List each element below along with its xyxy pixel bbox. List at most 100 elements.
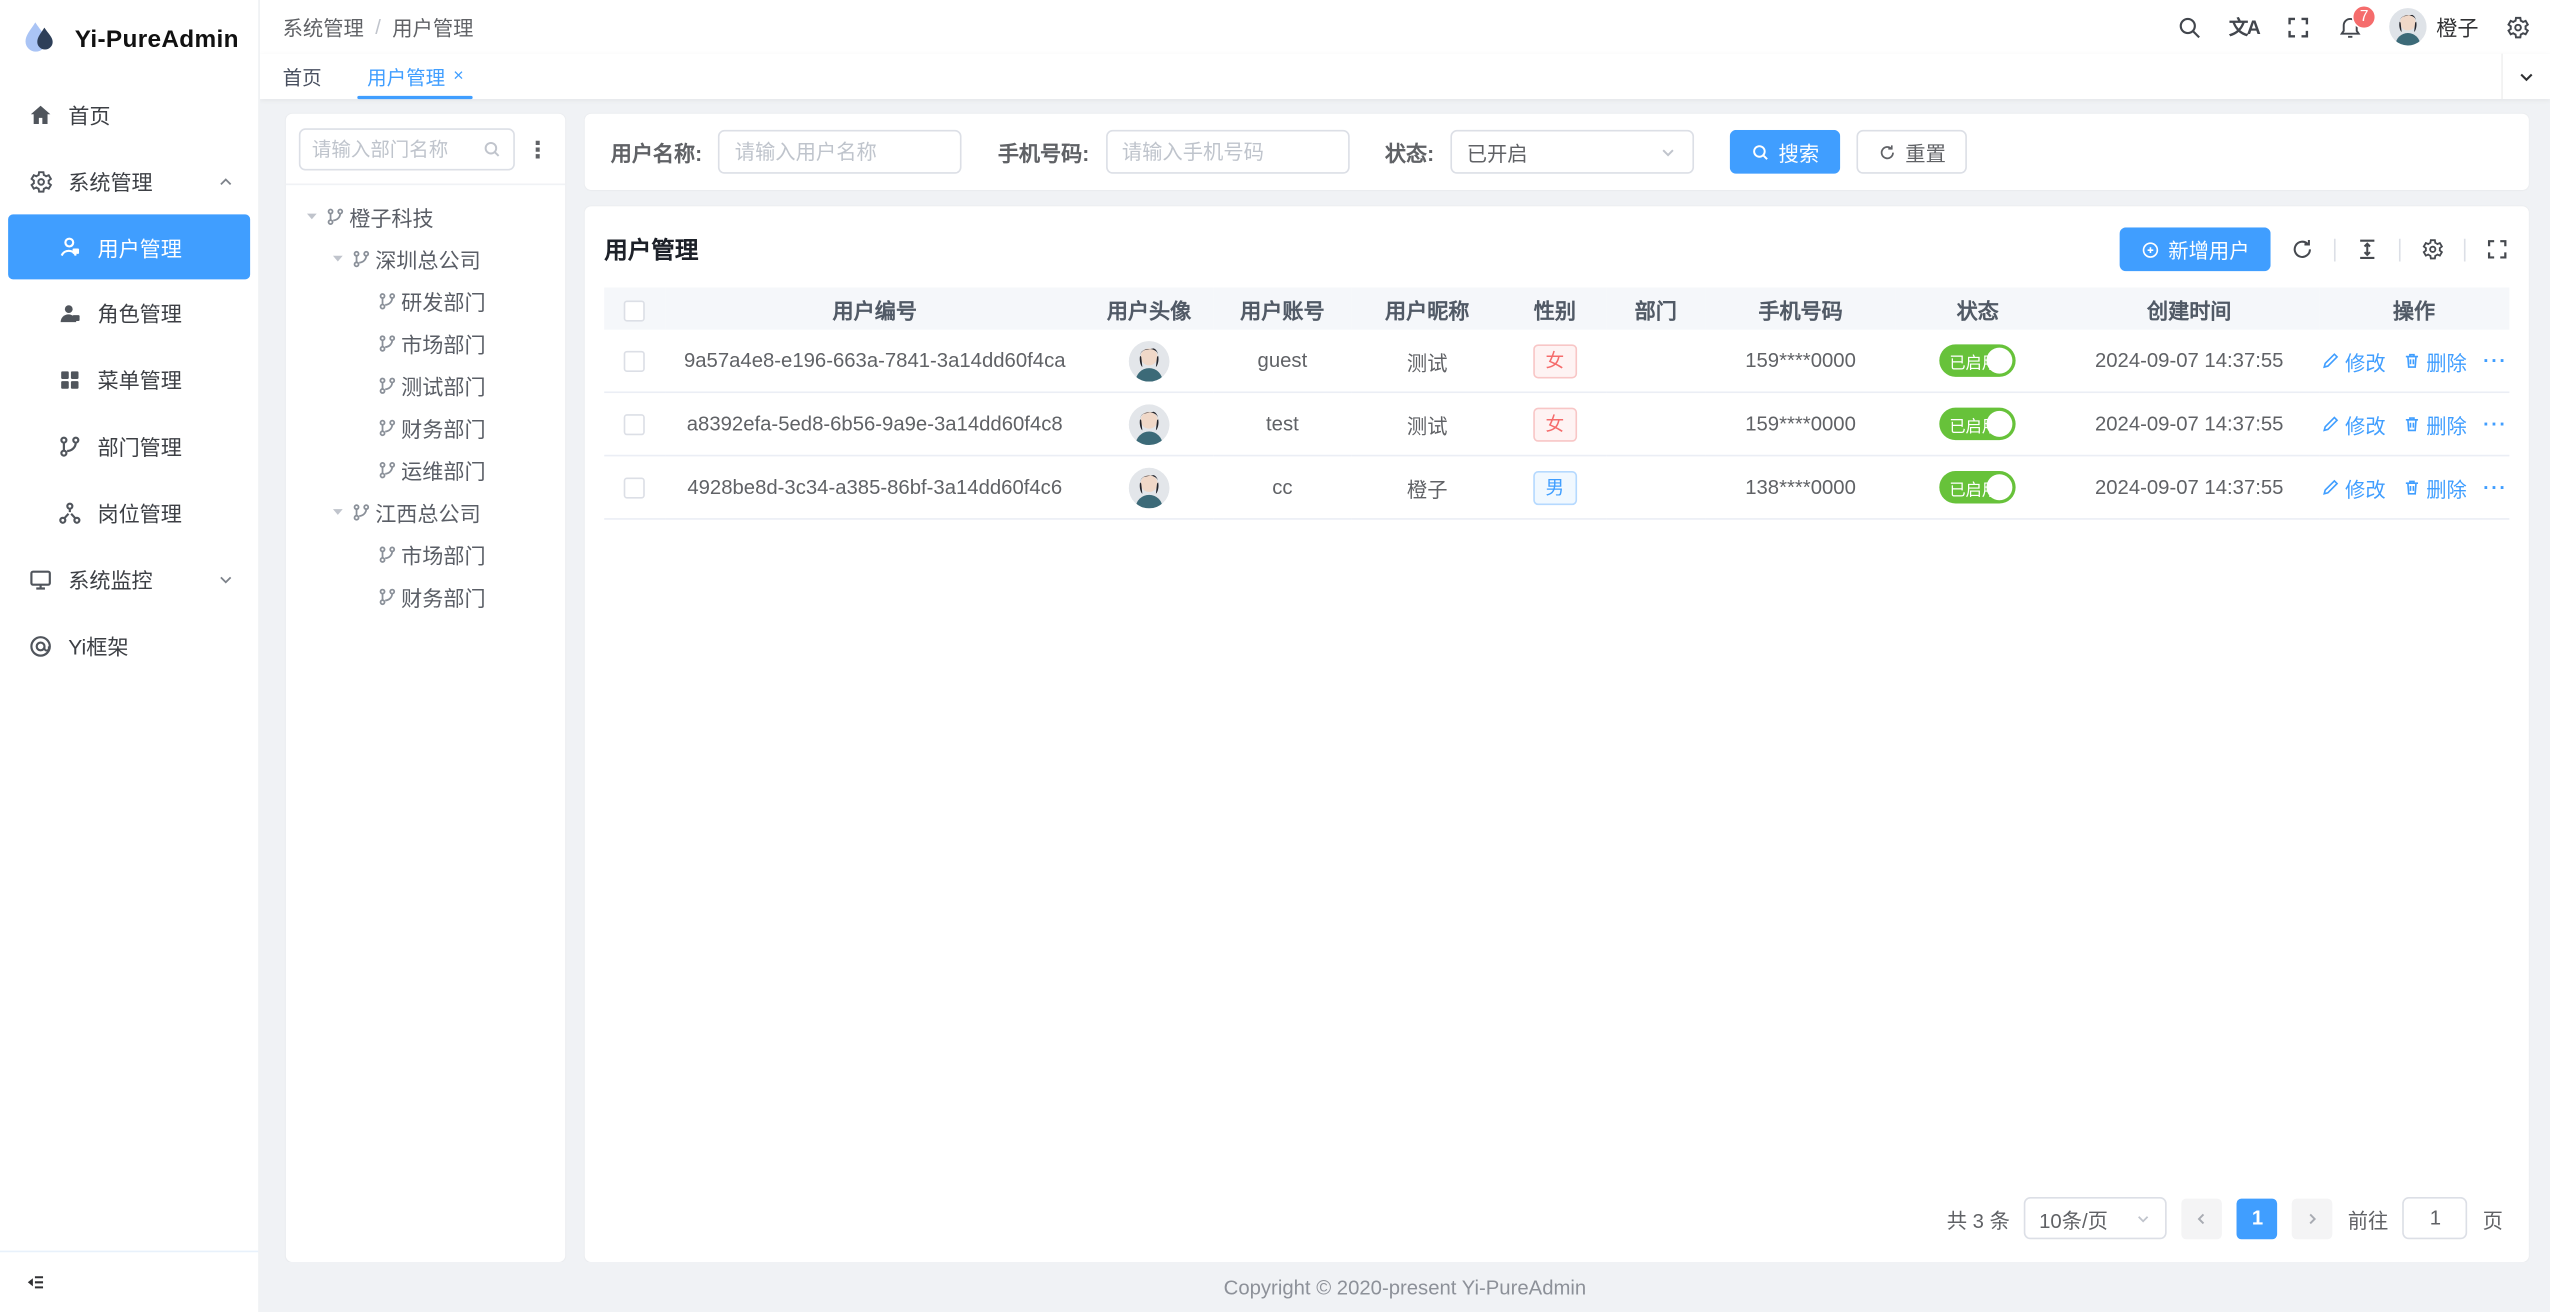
row-actions: 修改删除··· [2325, 330, 2503, 392]
tree-node[interactable]: 运维部门 [299, 448, 552, 490]
sidebar-item-roles[interactable]: 角色管理 [0, 279, 258, 346]
status-select[interactable]: 已开启 [1450, 130, 1694, 174]
edit-button[interactable]: 修改 [2321, 408, 2386, 439]
edit-icon [2321, 351, 2340, 370]
tree-node-label: 测试部门 [401, 370, 485, 401]
fullscreen-icon[interactable] [2285, 14, 2311, 40]
translate-icon[interactable]: 文A [2229, 13, 2259, 41]
tree-node[interactable]: 市场部门 [299, 322, 552, 364]
tab-users[interactable]: 用户管理 × [344, 54, 486, 99]
sidebar-item-home[interactable]: 首页 [0, 81, 258, 148]
sidebar-item-system[interactable]: 系统管理 [0, 148, 258, 215]
sidebar-item-posts[interactable]: 岗位管理 [0, 479, 258, 546]
tree-node[interactable]: 财务部门 [299, 406, 552, 448]
cell-status: 已启用 [1896, 392, 2060, 455]
caret-placeholder [354, 586, 373, 605]
row-checkbox[interactable] [624, 414, 645, 435]
edit-button[interactable]: 修改 [2321, 345, 2386, 376]
user-avatar [1129, 467, 1170, 508]
settings-icon[interactable] [2420, 237, 2444, 261]
monitor-icon [28, 566, 54, 592]
tree-node[interactable]: 测试部门 [299, 364, 552, 406]
search-button[interactable]: 搜索 [1730, 130, 1840, 174]
chevron-down-icon [2135, 1209, 2153, 1227]
username-input[interactable] [718, 130, 962, 174]
app-title: Yi-PureAdmin [75, 25, 239, 53]
delete-button-label: 删除 [2426, 472, 2467, 503]
prev-page-button[interactable] [2182, 1198, 2223, 1239]
tab-home[interactable]: 首页 [260, 54, 344, 99]
department-search-input[interactable] [312, 138, 476, 161]
tree-node-label: 运维部门 [401, 454, 485, 485]
edit-icon [2321, 478, 2340, 497]
sidebar-item-users[interactable]: 用户管理 [8, 214, 250, 279]
tabs-dropdown-chevron-icon[interactable] [2501, 54, 2550, 99]
tree-node[interactable]: 市场部门 [299, 533, 552, 575]
cell-department [1606, 392, 1705, 455]
caret-down-icon[interactable] [302, 206, 321, 225]
tree-node[interactable]: 深圳总公司 [299, 237, 552, 279]
cell-phone: 159****0000 [1705, 330, 1896, 393]
column-gender: 性别 [1503, 287, 1606, 329]
tree-more-kebab-icon[interactable]: ⋮ [523, 138, 552, 161]
gear-icon[interactable] [2505, 14, 2531, 40]
sidebar-item-yi-framework[interactable]: Yi框架 [0, 612, 258, 679]
topbar: 系统管理 / 用户管理 文A 7 [260, 0, 2550, 54]
sidebar-item-departments[interactable]: 部门管理 [0, 413, 258, 480]
page-number-1[interactable]: 1 [2237, 1198, 2278, 1239]
table-row: 4928be8d-3c34-a385-86bf-3a14dd60f4c6cc橙子… [604, 456, 2509, 519]
cell-user-id: 4928be8d-3c34-a385-86bf-3a14dd60f4c6 [665, 456, 1084, 519]
breadcrumb-system[interactable]: 系统管理 [283, 11, 364, 42]
content: ⋮ 橙子科技深圳总公司研发部门市场部门测试部门财务部门运维部门江西总公司市场部门… [260, 99, 2550, 1262]
caret-down-icon[interactable] [328, 249, 347, 268]
user-menu[interactable]: 橙子 [2389, 8, 2478, 45]
tree-node[interactable]: 财务部门 [299, 575, 552, 617]
page-size-select[interactable]: 10条/页 [2025, 1197, 2168, 1239]
more-actions-button[interactable]: ··· [2483, 349, 2507, 372]
user-name: 橙子 [2436, 11, 2478, 42]
status-toggle[interactable]: 已启用 [1940, 408, 2016, 440]
edit-button[interactable]: 修改 [2321, 472, 2386, 503]
app-logo[interactable]: Yi-PureAdmin [0, 0, 258, 78]
bell-icon[interactable]: 7 [2337, 14, 2363, 40]
username-label: 用户名称: [611, 136, 703, 167]
goto-page-input[interactable] [2403, 1197, 2468, 1239]
delete-button[interactable]: 删除 [2402, 408, 2467, 439]
close-icon[interactable]: × [453, 67, 463, 86]
more-actions-button[interactable]: ··· [2483, 476, 2507, 499]
sidebar-item-monitor[interactable]: 系统监控 [0, 546, 258, 613]
fullscreen-icon[interactable] [2485, 237, 2509, 261]
column-account: 用户账号 [1214, 287, 1351, 329]
divider [2399, 238, 2401, 261]
cell-actions: 修改 删除 ··· [2319, 456, 2510, 519]
status-toggle[interactable]: 已启用 [1940, 344, 2016, 376]
row-checkbox[interactable] [624, 478, 645, 499]
density-icon[interactable] [2355, 237, 2379, 261]
tree-node[interactable]: 橙子科技 [299, 195, 552, 237]
reset-button[interactable]: 重置 [1857, 130, 1967, 174]
add-user-button[interactable]: 新增用户 [2120, 227, 2271, 271]
delete-button[interactable]: 删除 [2402, 345, 2467, 376]
delete-button[interactable]: 删除 [2402, 472, 2467, 503]
search-icon[interactable] [2177, 14, 2203, 40]
phone-input[interactable] [1106, 130, 1350, 174]
tab-label: 用户管理 [367, 63, 445, 91]
next-page-button[interactable] [2293, 1198, 2334, 1239]
cell-user-id: a8392efa-5ed8-6b56-9a9e-3a14dd60f4c8 [665, 392, 1084, 455]
sidebar-item-menus[interactable]: 菜单管理 [0, 346, 258, 413]
status-select-value: 已开启 [1467, 136, 1528, 167]
page-unit-label: 页 [2483, 1203, 2503, 1234]
row-checkbox[interactable] [624, 351, 645, 372]
collapse-sidebar-icon[interactable] [23, 1270, 47, 1294]
status-toggle[interactable]: 已启用 [1940, 471, 2016, 503]
status-label: 状态: [1385, 136, 1434, 167]
caret-down-icon[interactable] [328, 502, 347, 521]
branch-icon [377, 374, 398, 395]
tree-node[interactable]: 研发部门 [299, 279, 552, 321]
more-actions-button[interactable]: ··· [2483, 413, 2507, 436]
refresh-icon[interactable] [2290, 237, 2314, 261]
breadcrumb-users[interactable]: 用户管理 [392, 11, 473, 42]
tree-node[interactable]: 江西总公司 [299, 491, 552, 533]
user-icon [57, 234, 83, 260]
select-all-checkbox[interactable] [624, 300, 645, 321]
